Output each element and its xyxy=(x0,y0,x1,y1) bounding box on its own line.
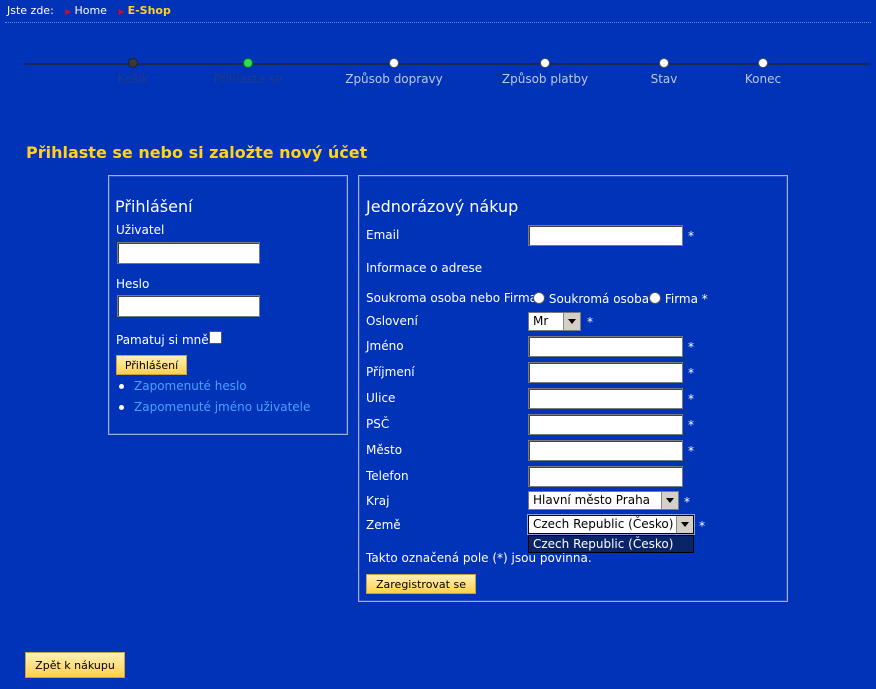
breadcrumb-arrow-icon: ▶ xyxy=(118,7,125,16)
zip-input[interactable] xyxy=(528,414,683,435)
breadcrumb-current: E-Shop xyxy=(127,4,171,17)
username-input[interactable] xyxy=(117,242,260,264)
required-mark: * xyxy=(701,292,708,306)
email-input[interactable] xyxy=(528,225,683,246)
salutation-value: Mr xyxy=(533,314,549,328)
city-input[interactable] xyxy=(528,440,683,461)
breadcrumb-home-link[interactable]: Home xyxy=(74,4,106,17)
step-dot-icon xyxy=(659,58,669,68)
street-input[interactable] xyxy=(528,388,683,409)
guest-title: Jednorázový nákup xyxy=(366,197,519,216)
salutation-select[interactable]: Mr xyxy=(528,312,581,331)
type-company-label: Firma xyxy=(664,292,698,306)
username-label: Uživatel xyxy=(116,223,165,237)
required-mark: * xyxy=(587,315,593,329)
type-private-label: Soukromá osoba xyxy=(548,292,650,306)
required-mark: * xyxy=(688,392,694,406)
radio-company[interactable] xyxy=(649,292,661,304)
step-label: Přihlaste se xyxy=(213,72,283,86)
region-label: Kraj xyxy=(366,494,390,508)
bullet-icon xyxy=(119,405,124,410)
chevron-down-icon[interactable] xyxy=(661,492,678,509)
chevron-down-icon[interactable] xyxy=(676,516,693,533)
zip-label: PSČ xyxy=(366,417,390,431)
breadcrumb-arrow-icon: ▶ xyxy=(65,7,72,16)
first-name-input[interactable] xyxy=(528,336,683,357)
person-type-label: Soukroma osoba nebo Firma xyxy=(366,291,537,305)
page-title: Přihlaste se nebo si založte nový účet xyxy=(26,143,368,162)
breadcrumb-prefix: Jste zde: xyxy=(7,4,54,17)
login-button[interactable]: Přihlášení xyxy=(116,355,187,375)
step-payment: Způsob platby xyxy=(480,57,610,86)
address-info-label: Informace o adrese xyxy=(366,261,483,275)
forgot-username-link[interactable]: Zapomenuté jméno uživatele xyxy=(134,400,310,414)
country-select[interactable]: Czech Republic (Česko) xyxy=(528,515,694,534)
required-mark: * xyxy=(699,519,705,533)
login-title: Přihlášení xyxy=(115,197,193,216)
required-note: Takto označená pole (*) jsou povinna. xyxy=(366,551,592,565)
street-label: Ulice xyxy=(366,391,396,405)
salutation-label: Oslovení xyxy=(366,314,418,328)
required-mark: * xyxy=(688,340,694,354)
radio-private[interactable] xyxy=(533,292,545,304)
step-dot-icon xyxy=(540,58,550,68)
password-label: Heslo xyxy=(116,277,150,291)
register-button[interactable]: Zaregistrovat se xyxy=(366,574,476,594)
remember-label: Pamatuj si mně xyxy=(116,333,209,347)
step-login: Přihlaste se xyxy=(183,57,313,86)
step-dot-icon xyxy=(758,58,768,68)
required-mark: * xyxy=(688,229,694,243)
step-dot-icon xyxy=(128,58,138,68)
step-dot-icon xyxy=(389,58,399,68)
step-label: Způsob dopravy xyxy=(345,72,443,86)
required-mark: * xyxy=(688,444,694,458)
required-mark: * xyxy=(688,366,694,380)
step-finish: Konec xyxy=(698,57,828,86)
chevron-down-icon[interactable] xyxy=(563,313,580,330)
step-label: Košík xyxy=(117,72,149,86)
required-mark: * xyxy=(684,495,690,509)
bullet-icon xyxy=(119,384,124,389)
step-shipping: Způsob dopravy xyxy=(329,57,459,86)
phone-label: Telefon xyxy=(366,469,409,483)
country-value: Czech Republic (Česko) xyxy=(533,517,674,531)
password-input[interactable] xyxy=(117,295,260,317)
step-dot-icon xyxy=(243,58,253,68)
first-name-label: Jméno xyxy=(366,339,404,353)
city-label: Město xyxy=(366,443,403,457)
remember-checkbox[interactable] xyxy=(209,331,222,344)
country-dropdown-option[interactable]: Czech Republic (Česko) xyxy=(528,535,694,553)
step-label: Konec xyxy=(744,72,782,86)
header-divider xyxy=(5,22,871,23)
back-to-shop-button[interactable]: Zpět k nákupu xyxy=(25,652,125,678)
step-label: Způsob platby xyxy=(501,72,589,86)
last-name-input[interactable] xyxy=(528,362,683,383)
type-company-option[interactable]: Firma * xyxy=(649,292,708,306)
type-private-option[interactable]: Soukromá osoba xyxy=(533,292,649,306)
step-cart: Košík xyxy=(68,57,198,86)
region-value: Hlavní město Praha xyxy=(533,493,651,507)
breadcrumb: Jste zde: ▶ Home ▶ E-Shop xyxy=(7,4,171,17)
region-select[interactable]: Hlavní město Praha xyxy=(528,491,679,510)
forgot-password-link[interactable]: Zapomenuté heslo xyxy=(134,379,247,393)
email-label: Email xyxy=(366,228,400,242)
phone-input[interactable] xyxy=(528,466,683,487)
last-name-label: Příjmení xyxy=(366,365,415,379)
required-mark: * xyxy=(688,418,694,432)
country-label: Země xyxy=(366,518,401,532)
